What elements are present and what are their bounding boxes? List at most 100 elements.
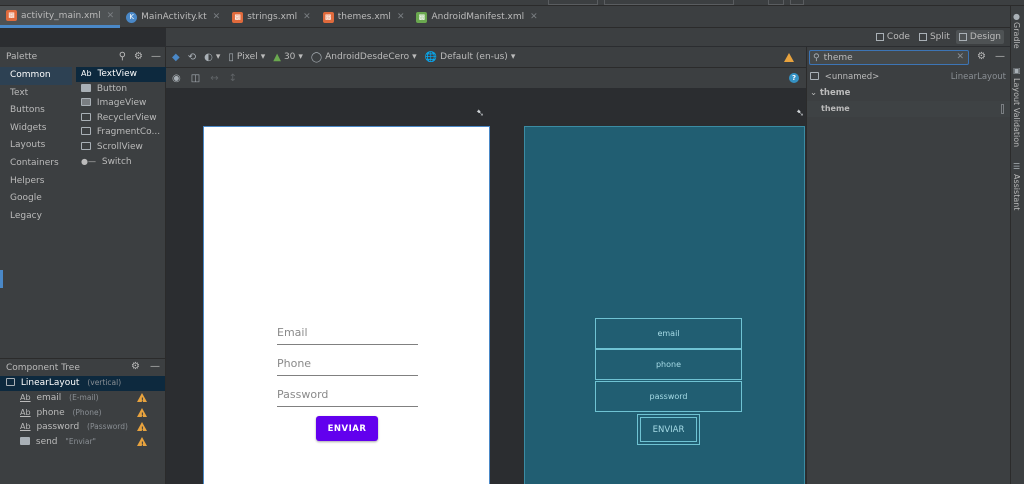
tab-themes[interactable]: ▩ themes.xml ✕ [317,6,411,28]
palette-title: Palette [6,52,38,62]
blueprint-phone-field[interactable]: phone [595,349,742,380]
assistant-tool-button[interactable]: Assistant [1012,174,1021,210]
gear-icon[interactable]: ⚙ [134,51,143,62]
component-tree-panel: Component Tree ⚙ — LinearLayout (vertica… [0,358,166,484]
tab-label: activity_main.xml [21,10,101,21]
api-level-dropdown[interactable]: ▲ 30 ▾ [273,52,303,63]
warning-icon[interactable] [137,422,147,438]
gradle-icon: ● [1013,12,1020,21]
pin-icon[interactable]: ➷ [476,108,484,119]
layout-validation-tool-button[interactable]: Layout Validation [1012,78,1021,147]
palette-category-buttons[interactable]: Buttons [0,102,72,120]
help-icon[interactable]: ? [789,73,799,83]
toolbar-button[interactable] [768,0,784,5]
close-icon[interactable]: ✕ [107,11,115,21]
right-tool-strip: ● Gradle ▣ Layout Validation ☰ Assistant [1010,6,1024,484]
device-selector[interactable] [604,0,734,5]
night-mode-icon: ◐ [204,51,213,63]
gear-icon[interactable]: ⚙ [977,51,986,62]
palette-widget-imageview[interactable]: ImageView [76,96,166,111]
orientation-button[interactable]: ⟲ [188,52,196,63]
close-icon[interactable]: ✕ [303,12,311,22]
palette-category-google[interactable]: Google [0,190,72,208]
palette-widget-switch[interactable]: ●— Switch [76,155,166,170]
palette-category-widgets[interactable]: Widgets [0,120,72,138]
palette-category-layouts[interactable]: Layouts [0,137,72,155]
close-icon[interactable]: ✕ [213,12,221,22]
palette-category-text[interactable]: Text [0,85,72,103]
attributes-search-input[interactable]: ⚲ theme ✕ [809,50,969,65]
switch-icon: ●— [81,156,96,166]
warning-icon[interactable] [137,437,147,453]
design-surface-button[interactable]: ◆ [172,52,180,63]
minimize-icon[interactable]: — [151,51,161,62]
scroll-icon [81,141,91,150]
palette-widget-textview[interactable]: Ab TextView [76,67,166,82]
palette-widget-button[interactable]: Button [76,82,166,97]
blueprint-email-field[interactable]: email [595,318,742,349]
design-preview-screen[interactable]: Email Phone Password ENVIAR [203,126,490,484]
warning-icon[interactable] [137,392,147,409]
split-view-label: Split [929,32,950,42]
close-icon[interactable]: ✕ [530,12,538,22]
attribute-section-theme[interactable]: ⌄ theme [807,85,1010,101]
search-icon: ⚲ [813,52,820,63]
palette-widget-fragmentcontainer[interactable]: FragmentCo... [76,125,166,140]
close-icon[interactable]: ✕ [397,12,405,22]
tree-row-password[interactable]: Ab password (Password) [0,420,165,438]
design-view-button[interactable]: Design [955,30,1004,44]
code-view-button[interactable]: Code [873,30,913,44]
blueprint-password-field[interactable]: password [595,381,742,412]
attribute-value-picker[interactable] [1001,104,1004,114]
palette-category-legacy[interactable]: Legacy [0,208,72,226]
minimize-icon[interactable]: — [995,51,1005,62]
clear-icon[interactable]: ✕ [956,52,964,62]
blueprint-toggle-icon[interactable]: ◫ [191,73,200,84]
device-dropdown[interactable]: ▯ Pixel ▾ [228,52,265,63]
palette-category-containers[interactable]: Containers [0,155,72,173]
palette-widget-recyclerview[interactable]: RecyclerView [76,111,166,126]
blueprint-enviar-button[interactable]: ENVIAR [637,414,700,445]
tab-activity-main[interactable]: ▩ activity_main.xml ✕ [0,6,121,28]
eye-icon[interactable]: ◉ [172,73,181,84]
vertical-resize-icon[interactable]: ↕ [229,73,237,84]
theme-label: AndroidDesdeCero [325,52,410,62]
minimize-icon[interactable]: — [150,361,160,372]
search-icon[interactable]: ⚲ [119,51,126,62]
manifest-icon: ▩ [416,11,428,23]
tree-row-phone[interactable]: Ab phone (Phone) [0,406,165,423]
enviar-button[interactable]: ENVIAR [316,416,378,441]
warning-icon[interactable] [137,407,147,423]
widget-label: RecyclerView [96,112,157,123]
tree-row-send[interactable]: send "Enviar" [0,435,165,453]
phone-field[interactable]: Phone [277,356,418,376]
blueprint-preview-screen[interactable]: email phone password ENVIAR [524,126,805,484]
tree-row-linearlayout[interactable]: LinearLayout (vertical) [0,376,165,391]
gear-icon[interactable]: ⚙ [131,361,140,372]
tab-strings[interactable]: ▩ strings.xml ✕ [226,6,317,28]
widget-label: ImageView [96,98,147,109]
layout-validation-icon: ▣ [1013,66,1021,75]
edittext-icon: Ab [20,422,31,432]
attribute-row-theme[interactable]: theme [807,101,1010,117]
toolbar-button[interactable] [790,0,804,5]
palette-widget-scrollview[interactable]: ScrollView [76,140,166,155]
linear-layout-icon [810,72,819,80]
run-config-selector[interactable] [548,0,598,5]
pin-icon[interactable]: ➷ [796,108,804,119]
gradle-tool-button[interactable]: Gradle [1012,22,1021,49]
password-field[interactable]: Password [277,387,418,407]
email-field[interactable]: Email [277,325,418,345]
theme-dropdown[interactable]: ◯ AndroidDesdeCero ▾ [311,52,417,63]
palette-category-list: Common Text Buttons Widgets Layouts Cont… [0,67,72,225]
locale-dropdown[interactable]: 🌐 Default (en-us) ▾ [425,52,516,63]
palette-category-common[interactable]: Common [0,67,72,85]
horizontal-resize-icon[interactable]: ↔ [210,73,218,84]
night-mode-button[interactable]: ◐ ▾ [204,52,220,63]
tab-mainactivity[interactable]: K MainActivity.kt ✕ [120,6,226,28]
split-view-button[interactable]: Split [916,30,953,44]
tree-row-email[interactable]: Ab email (E-mail) [0,391,165,409]
palette-category-helpers[interactable]: Helpers [0,173,72,191]
warning-icon[interactable] [784,53,794,62]
tab-manifest[interactable]: ▩ AndroidManifest.xml ✕ [410,6,543,28]
